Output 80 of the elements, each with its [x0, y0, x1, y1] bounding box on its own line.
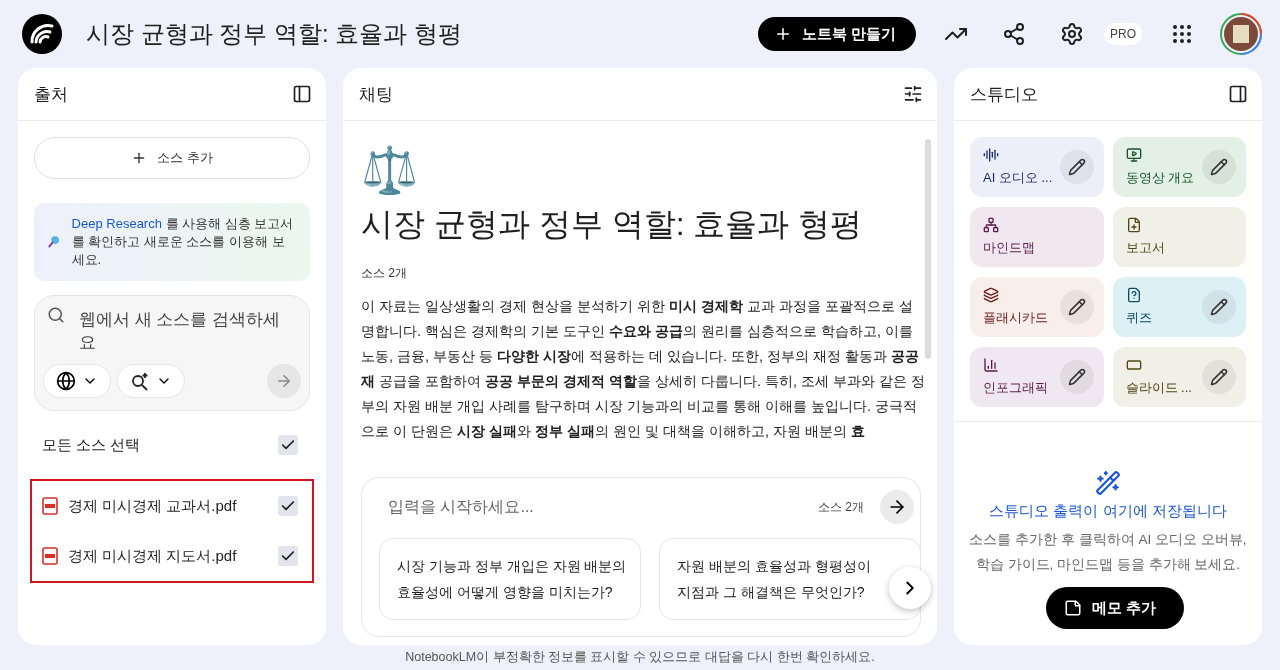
- edit-button[interactable]: [1059, 290, 1094, 324]
- notebook-heading: 시장 균형과 정부 역할: 효율과 형평: [361, 205, 864, 244]
- edit-button[interactable]: [1202, 290, 1236, 324]
- edit-button[interactable]: [1202, 150, 1236, 184]
- app-logo: [22, 14, 62, 54]
- notebook-title: 시장 균형과 정부 역할: 효율과 형평: [86, 19, 463, 49]
- summary-paragraph: 이 자료는 일상생활의 경제 현상을 분석하기 위한 미시 경제학 교과 과정을 포괄적으로 설명합니다. 핵심은 경제학의 기본 도구인 수요와 공급의 원리를 심층적으로 학습하고, 이를 노동, 금융, 부동산 등 다양한 시장에 적용하는 데 있습니다. 또한, 정부의 재정 활동과 공공재 공급을 포함하여 공공 부문의 경제적 역할을 상세히 다룹니다. 특히, 조세 부과와 같은 정부의 자원 배분 개입 사례를 탐구하며 시장 기능과의 비교를 통해 이해를 높입니다. 궁극적으로 이 단원은 시장 실패와 정부 실패의 원인 및 대책을 이해하고, 자원 배분의 효: [361, 297, 925, 441]
- sidebar-toggle-icon[interactable]: [1228, 84, 1248, 104]
- tile-label: 마인드맵: [983, 239, 1036, 257]
- checkbox[interactable]: [278, 435, 298, 455]
- cards-icon: [983, 287, 999, 303]
- send-button[interactable]: [880, 490, 914, 524]
- scales-emoji: ⚖: [361, 143, 419, 197]
- tile-label: 보고서: [1125, 239, 1166, 257]
- suggested-question[interactable]: 시장 기능과 정부 개입은 자원 배분의 효율성에 어떻게 영향을 미치는가?: [379, 538, 641, 620]
- globe-icon: [56, 371, 76, 391]
- studio-tile[interactable]: 퀴즈: [1112, 277, 1246, 337]
- tile-label: 퀴즈: [1125, 309, 1153, 327]
- bar-chart-icon: [983, 357, 999, 373]
- magic-wand-icon: [1095, 470, 1121, 496]
- add-note-button[interactable]: 메모 추가: [1046, 587, 1185, 629]
- tile-label: 인포그래픽: [983, 379, 1049, 397]
- source-name[interactable]: 경제 미시경제 교과서.pdf: [68, 496, 268, 516]
- checkbox[interactable]: [278, 496, 298, 516]
- studio-tile[interactable]: AI 오디오 ...: [970, 137, 1104, 197]
- web-search-box[interactable]: 웹에서 새 소스를 검색하세요: [34, 295, 310, 411]
- checkbox[interactable]: [278, 546, 298, 566]
- empty-state-text: 소스를 추가한 후 클릭하여 AI 오디오 오버뷰, 학습 가이드, 마인드맵 등을 추가해 보세요.: [968, 531, 1248, 574]
- studio-tile[interactable]: 동영상 개요: [1112, 137, 1246, 197]
- arrow-right-icon: [275, 372, 293, 390]
- pencil-icon: [1067, 368, 1086, 386]
- tile-label: 슬라이드 ...: [1125, 379, 1193, 397]
- pencil-icon: [1210, 368, 1228, 386]
- edit-button[interactable]: [1059, 360, 1094, 394]
- pdf-file-icon: [42, 547, 58, 565]
- edit-button[interactable]: [1202, 360, 1236, 394]
- pdf-file-icon: [42, 497, 58, 515]
- source-count: 소스 2개: [818, 498, 864, 516]
- report-icon: [1125, 217, 1142, 233]
- settings-sliders-icon[interactable]: [903, 84, 923, 104]
- edit-button[interactable]: [1059, 150, 1094, 184]
- suggested-question[interactable]: 자원 배분의 효율성과 형평성이 지점과 그 해결책은 무엇인가?: [659, 538, 920, 620]
- studio-tile[interactable]: 보고서: [1112, 207, 1246, 267]
- panel-title: 채팅: [359, 83, 393, 106]
- tile-label: 플래시카드: [983, 309, 1049, 327]
- quiz-icon: [1125, 287, 1142, 303]
- avatar[interactable]: [1220, 13, 1262, 55]
- create-notebook-button[interactable]: 노트북 만들기: [757, 17, 916, 51]
- studio-tile[interactable]: 마인드맵: [970, 207, 1104, 267]
- pencil-icon: [1210, 298, 1228, 316]
- deep-research-link[interactable]: Deep Research: [71, 216, 162, 231]
- pencil-icon: [1067, 158, 1086, 176]
- sparkle-search-icon: [130, 371, 150, 391]
- source-count: 소스 2개: [361, 265, 408, 282]
- pencil-icon: [1067, 298, 1086, 316]
- studio-tile[interactable]: 슬라이드 ...: [1112, 347, 1246, 407]
- tile-label: AI 오디오 ...: [983, 169, 1054, 187]
- sidebar-toggle-icon[interactable]: [292, 84, 312, 104]
- select-all-label: 모든 소스 선택: [42, 435, 142, 455]
- studio-tile[interactable]: 인포그래픽: [970, 347, 1104, 407]
- source-name[interactable]: 경제 미시경제 지도서.pdf: [68, 546, 268, 566]
- disclaimer-text: NotebookLM이 부정확한 정보를 표시할 수 있으므로 대답을 다시 한번 확인하세요.: [404, 649, 876, 666]
- search-icon: [47, 306, 65, 324]
- panel-title: 스튜디오: [970, 83, 1038, 106]
- pencil-icon: [1210, 158, 1228, 176]
- promo-text: Deep Research 를 사용해 심층 보고서를 확인하고 새로운 소스를 이용해 보세요.: [71, 215, 295, 269]
- mind-map-icon: [983, 217, 999, 233]
- tile-label: 동영상 개요: [1125, 169, 1196, 187]
- note-icon: [1064, 599, 1082, 617]
- panel-title: 출처: [34, 83, 68, 106]
- audio-wave-icon: [983, 147, 999, 163]
- web-source-dropdown[interactable]: [43, 364, 111, 398]
- add-source-button[interactable]: 소스 추가: [34, 137, 310, 179]
- search-field[interactable]: 웹에서 새 소스를 검색하세요: [79, 306, 297, 360]
- pro-badge: PRO: [1104, 23, 1142, 45]
- studio-tile[interactable]: 플래시카드: [970, 277, 1104, 337]
- slides-icon: [1125, 357, 1142, 373]
- empty-state-title: 스튜디오 출력이 여기에 저장됩니다: [989, 502, 1227, 521]
- research-mode-dropdown[interactable]: [117, 364, 185, 398]
- video-icon: [1125, 147, 1142, 163]
